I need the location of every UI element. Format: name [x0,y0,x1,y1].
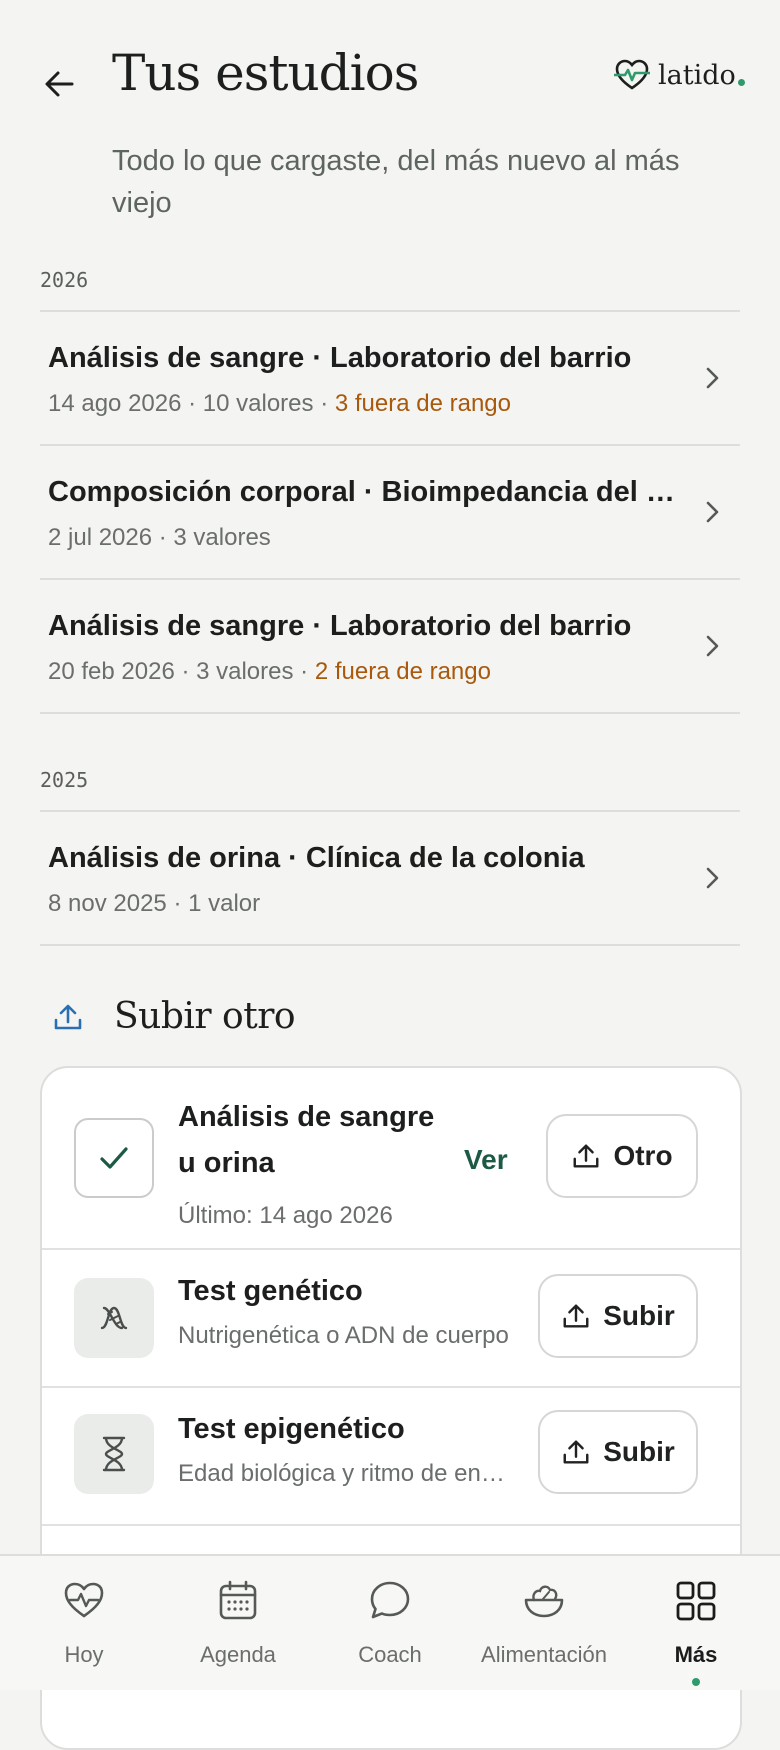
hourglass-badge [74,1414,154,1494]
study-name: Análisis de sangre · Laboratorio del bar… [48,610,632,642]
study-meta-text: 14 ago 2026 · 10 valores · [48,390,335,417]
upload-row-epigenetic: Test epigenético Edad biológica y ritmo … [42,1388,740,1524]
arrow-left-icon [45,71,74,97]
nav-item-agenda[interactable]: Agenda [160,1556,316,1690]
study-meta: 8 nov 2025 · 1 valor [48,890,260,918]
year-heading: 2025 [40,768,89,792]
upload-epigenetic-label: Subir [603,1436,675,1467]
upload-row-blood: Análisis de sangre u orina Último: 14 ag… [42,1068,740,1248]
nav-item-mas[interactable]: Más [618,1556,774,1690]
upload-row-name: Test epigenético [178,1413,405,1445]
upload-section-title: Subir otro [52,996,296,1037]
page-subtitle: Todo lo que cargaste, del más nuevo al m… [112,145,680,219]
heart-pulse-icon [64,1582,104,1618]
nav-label: Coach [358,1642,422,1667]
chevron-right-icon [706,635,719,657]
back-button[interactable] [40,64,80,104]
study-item[interactable]: Análisis de orina · Clínica de la coloni… [40,812,740,944]
grid-icon [676,1581,716,1621]
upload-row-genetic: Test genético Nutrigenética o ADN de cue… [42,1250,740,1386]
upload-icon [54,1004,82,1029]
upload-row-sub: Edad biológica y ritmo de envejecimiento [178,1460,514,1487]
nav-label: Agenda [200,1642,276,1667]
study-meta-text: 20 feb 2026 · 3 valores · [48,658,315,685]
nav-label: Hoy [64,1642,104,1667]
upload-row-name: Análisis de sangre u orina [178,1094,434,1186]
nav-label: Más [674,1642,718,1667]
heart-pulse-logo-icon [614,59,650,90]
page-title: Tus estudios [112,44,419,102]
upload-icon [573,1144,599,1168]
upload-row-sub: Último: 14 ago 2026 [178,1202,393,1229]
study-item[interactable]: Composición corporal · Bioimpedancia del… [40,446,740,578]
check-badge [74,1118,154,1198]
upload-other-label: Otro [613,1140,673,1171]
study-name: Análisis de orina · Clínica de la coloni… [48,842,585,874]
bottom-nav: Hoy Agenda Coach Alimentación Más [0,1554,780,1690]
chevron-right-icon [706,501,719,523]
calendar-icon [219,1580,257,1620]
study-meta: 2 jul 2026 · 3 valores [48,524,271,552]
study-meta: 20 feb 2026 · 3 valores · 2 fuera de ran… [48,658,491,686]
chat-bubble-icon [370,1581,410,1619]
study-meta-text: 8 nov 2025 · 1 valor [48,890,261,917]
active-indicator-dot [692,1678,700,1686]
dna-icon [100,1306,128,1330]
nav-item-alimentacion[interactable]: Alimentación [466,1556,622,1690]
salad-bowl-icon [524,1585,564,1618]
view-link[interactable]: Ver [464,1144,508,1176]
check-icon [100,1147,128,1169]
upload-icon [563,1440,589,1464]
header: Tus estudios latido Todo lo que cargaste… [0,0,780,240]
nav-item-hoy[interactable]: Hoy [6,1556,162,1690]
logo-text: latido [658,59,736,91]
year-heading: 2026 [40,268,89,292]
divider [40,712,740,714]
upload-row-name: Test genético [178,1275,363,1307]
logo: latido [614,58,745,92]
study-name: Análisis de sangre · Laboratorio del bar… [48,342,632,374]
upload-icon [563,1304,589,1328]
nav-item-coach[interactable]: Coach [312,1556,468,1690]
upload-genetic-label: Subir [603,1300,675,1331]
study-name: Composición corporal · Bioimpedancia del… [48,476,688,508]
upload-genetic-button[interactable]: Subir [538,1274,698,1358]
out-of-range-label: 2 fuera de rango [314,658,491,685]
divider [40,944,740,946]
upload-row-sub: Nutrigenética o ADN de cuerpo [178,1322,509,1349]
divider [42,1524,740,1526]
nav-label: Alimentación [481,1642,607,1667]
upload-epigenetic-button[interactable]: Subir [538,1410,698,1494]
upload-title-text: Subir otro [114,996,296,1037]
chevron-right-icon [706,367,719,389]
upload-row-name-line1: Análisis de sangre [178,1101,435,1133]
upload-other-button[interactable]: Otro [546,1114,698,1198]
study-meta: 14 ago 2026 · 10 valores · 3 fuera de ra… [48,390,511,418]
study-meta-text: 2 jul 2026 · 3 valores [48,524,271,551]
study-item[interactable]: Análisis de sangre · Laboratorio del bar… [40,312,740,444]
study-item[interactable]: Análisis de sangre · Laboratorio del bar… [40,580,740,712]
upload-row-name-line2: u orina [178,1147,275,1179]
dna-badge [74,1278,154,1358]
logo-dot [737,78,745,86]
out-of-range-label: 3 fuera de rango [334,390,511,417]
hourglass-icon [102,1436,126,1472]
chevron-right-icon [706,867,719,889]
